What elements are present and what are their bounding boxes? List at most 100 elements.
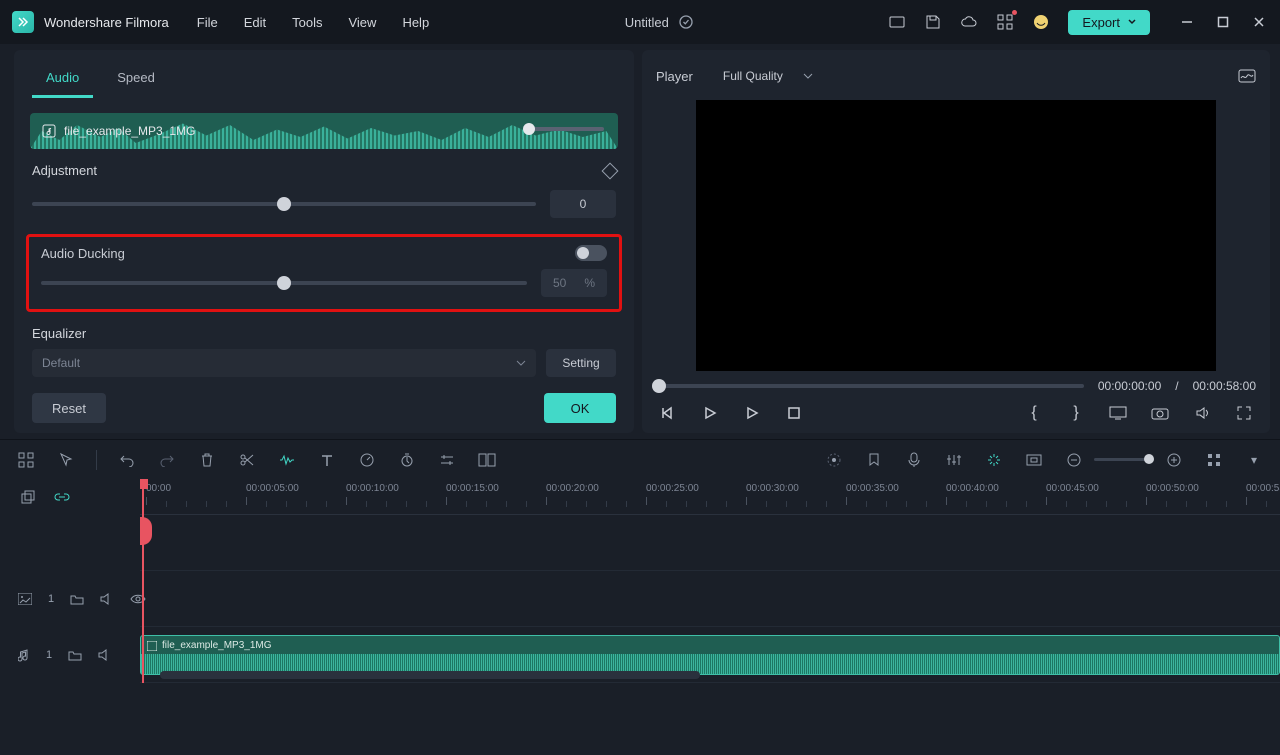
- auto-beat-icon[interactable]: [984, 450, 1004, 470]
- display-icon[interactable]: [1108, 403, 1128, 423]
- save-icon[interactable]: [924, 13, 942, 31]
- audio-track-header: 1: [0, 627, 140, 683]
- scope-icon[interactable]: [1238, 67, 1256, 85]
- color-tool-icon[interactable]: [477, 450, 497, 470]
- scrub-slider[interactable]: [656, 384, 1084, 388]
- timer-tool-icon[interactable]: [397, 450, 417, 470]
- mute-icon[interactable]: [98, 649, 112, 661]
- keyframe-diamond-icon[interactable]: [602, 162, 619, 179]
- equalizer-setting-button[interactable]: Setting: [546, 349, 616, 377]
- layout-icon[interactable]: [888, 13, 906, 31]
- chevron-down-icon: [1128, 19, 1136, 25]
- crop-icon[interactable]: [1024, 450, 1044, 470]
- menu-file[interactable]: File: [197, 15, 218, 30]
- ducking-value-box[interactable]: 50 %: [541, 269, 607, 297]
- track-mini-scrubber[interactable]: [526, 127, 604, 131]
- play-alt-button[interactable]: [742, 403, 762, 423]
- music-file-icon: [42, 124, 56, 138]
- menu-help[interactable]: Help: [402, 15, 429, 30]
- prev-frame-button[interactable]: [658, 403, 678, 423]
- ruler-tick: 00:00:40:00: [946, 483, 999, 494]
- folder-icon[interactable]: [68, 649, 82, 661]
- account-icon[interactable]: [1032, 13, 1050, 31]
- audio-edit-icon[interactable]: [277, 450, 297, 470]
- audio-ducking-label: Audio Ducking: [41, 246, 125, 261]
- delete-button[interactable]: [197, 450, 217, 470]
- ok-button[interactable]: OK: [544, 393, 616, 423]
- snapshot-button[interactable]: [1150, 403, 1170, 423]
- video-track-lane[interactable]: [140, 571, 1280, 627]
- mark-in-button[interactable]: {: [1024, 403, 1044, 423]
- audio-ducking-highlight: Audio Ducking 50 %: [26, 234, 622, 312]
- document-title-group: Untitled: [429, 15, 888, 30]
- ducking-slider[interactable]: [41, 281, 527, 285]
- speed-tool-icon[interactable]: [357, 450, 377, 470]
- timeline-scrollbar[interactable]: [160, 671, 700, 679]
- timeline-track-headers: 1 1: [0, 479, 140, 683]
- tab-audio[interactable]: Audio: [32, 60, 93, 98]
- undo-button[interactable]: [117, 450, 137, 470]
- timeline: 1 1 00:0000:00:05:0000:00:10:0000:00:15:…: [0, 479, 1280, 683]
- link-icon[interactable]: [52, 487, 72, 507]
- maximize-button[interactable]: [1214, 13, 1232, 31]
- track-menu-icon[interactable]: ▾: [1244, 450, 1264, 470]
- folder-icon[interactable]: [70, 593, 84, 605]
- mute-icon[interactable]: [100, 593, 114, 605]
- redo-button[interactable]: [157, 450, 177, 470]
- render-icon[interactable]: [824, 450, 844, 470]
- apps-icon[interactable]: [996, 13, 1014, 31]
- zoom-in-button[interactable]: [1164, 450, 1184, 470]
- audio-track-index: 1: [46, 649, 52, 661]
- split-button[interactable]: [237, 450, 257, 470]
- audio-mixer-icon[interactable]: [944, 450, 964, 470]
- pointer-tool-icon[interactable]: [56, 450, 76, 470]
- quality-select[interactable]: Full Quality: [723, 69, 813, 83]
- text-tool-icon[interactable]: [317, 450, 337, 470]
- menu-view[interactable]: View: [348, 15, 376, 30]
- play-button[interactable]: [700, 403, 720, 423]
- menu-edit[interactable]: Edit: [244, 15, 266, 30]
- export-label: Export: [1082, 15, 1120, 30]
- track-file-name: file_example_MP3_1MG: [64, 124, 195, 138]
- cloud-icon[interactable]: [960, 13, 978, 31]
- clip-file-name: file_example_MP3_1MG: [162, 640, 272, 651]
- zoom-slider[interactable]: [1094, 458, 1154, 461]
- equalizer-preset-value: Default: [42, 356, 80, 370]
- track-layout-icon[interactable]: [1204, 450, 1224, 470]
- titlebar-actions: Export: [888, 10, 1268, 35]
- adjust-tool-icon[interactable]: [437, 450, 457, 470]
- export-button[interactable]: Export: [1068, 10, 1150, 35]
- volume-button[interactable]: [1192, 403, 1212, 423]
- pitch-slider[interactable]: [32, 202, 536, 206]
- timeline-tracks[interactable]: 00:0000:00:05:0000:00:10:0000:00:15:0000…: [140, 479, 1280, 683]
- pitch-slider-thumb[interactable]: [277, 197, 291, 211]
- marker-icon[interactable]: [864, 450, 884, 470]
- audio-ducking-toggle[interactable]: [575, 245, 607, 261]
- ruler-tick: 00:00:05:00: [246, 483, 299, 494]
- ducking-slider-thumb[interactable]: [277, 276, 291, 290]
- mark-out-button[interactable]: }: [1066, 403, 1086, 423]
- fullscreen-button[interactable]: [1234, 403, 1254, 423]
- timeline-empty-lane[interactable]: [140, 515, 1280, 571]
- zoom-out-button[interactable]: [1064, 450, 1084, 470]
- audio-clip[interactable]: file_example_MP3_1MG: [140, 635, 1280, 675]
- app-name: Wondershare Filmora: [44, 15, 169, 30]
- equalizer-preset-select[interactable]: Default: [32, 349, 536, 377]
- tab-speed[interactable]: Speed: [103, 60, 169, 98]
- reset-button[interactable]: Reset: [32, 393, 106, 423]
- minimize-button[interactable]: [1178, 13, 1196, 31]
- timeline-ruler[interactable]: 00:0000:00:05:0000:00:10:0000:00:15:0000…: [140, 479, 1280, 515]
- playhead[interactable]: [142, 479, 144, 683]
- menu-tools[interactable]: Tools: [292, 15, 322, 30]
- close-button[interactable]: [1250, 13, 1268, 31]
- selection-grid-icon[interactable]: [16, 450, 36, 470]
- duplicate-icon[interactable]: [18, 487, 38, 507]
- pitch-value[interactable]: 0: [550, 190, 616, 218]
- video-canvas[interactable]: [696, 100, 1216, 371]
- voiceover-icon[interactable]: [904, 450, 924, 470]
- adjustment-label: Adjustment: [32, 163, 97, 178]
- stop-button[interactable]: [784, 403, 804, 423]
- ruler-tick: 00:00: [146, 483, 171, 494]
- audio-track-preview[interactable]: file_example_MP3_1MG: [30, 113, 618, 149]
- music-file-icon: [147, 641, 157, 651]
